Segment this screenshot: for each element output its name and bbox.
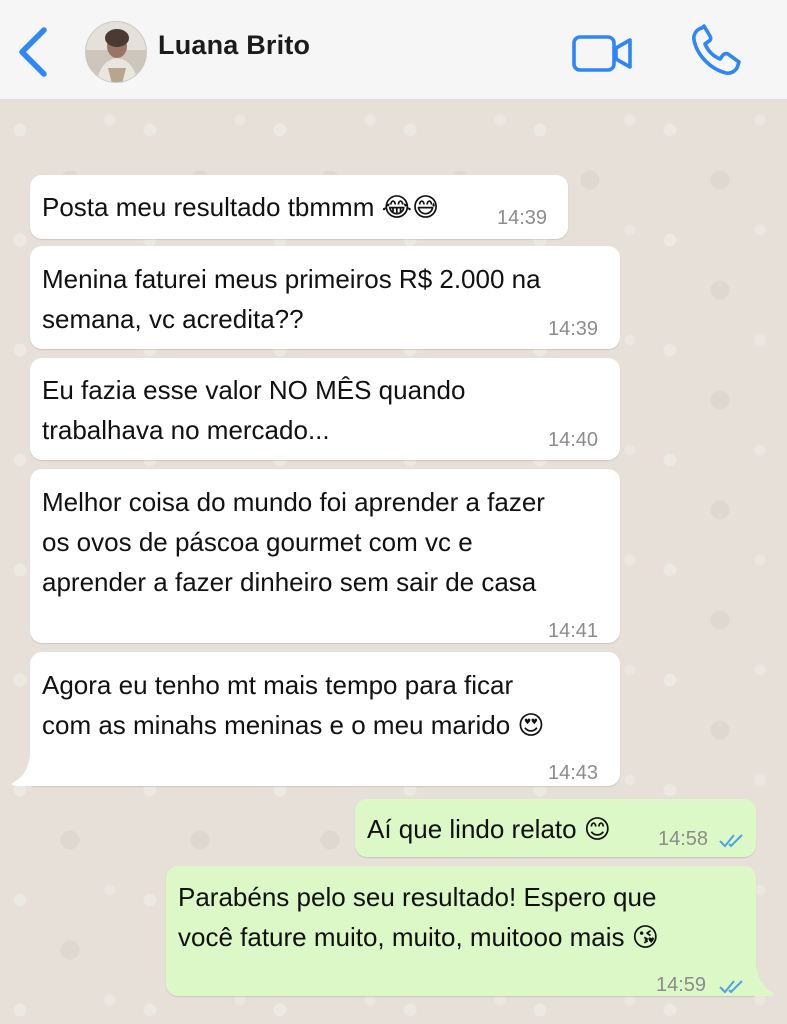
message-text: Eu fazia esse valor NO MÊS quando trabal…	[42, 370, 465, 450]
message-timestamp: 14:39	[548, 318, 599, 340]
message-line: Melhor coisa do mundo foi aprender a faz…	[42, 487, 545, 517]
avatar-photo	[86, 22, 146, 82]
message-line: Posta meu resultado tbmmm 😂😅	[42, 192, 440, 222]
message-line: com as minahs meninas e o meu marido 😍	[42, 710, 545, 740]
avatar[interactable]	[85, 21, 147, 83]
message-timestamp: 14:39	[497, 207, 548, 229]
message-bubble-incoming[interactable]: Eu fazia esse valor NO MÊS quando trabal…	[30, 358, 620, 460]
message-line: aprender a fazer dinheiro sem sair de ca…	[42, 567, 537, 597]
message-line: os ovos de páscoa gourmet com vc e	[42, 527, 473, 557]
message-bubble-incoming[interactable]: Menina faturei meus primeiros R$ 2.000 n…	[30, 246, 620, 349]
message-line: você fature muito, muito, muitooo mais 😘	[178, 922, 659, 952]
video-call-icon[interactable]	[570, 30, 634, 76]
message-bubble-outgoing[interactable]: Aí que lindo relato 😊 14:58	[355, 799, 756, 857]
chevron-left-icon[interactable]	[14, 24, 54, 80]
phone-call-icon[interactable]	[688, 22, 748, 78]
message-timestamp: 14:43	[548, 762, 599, 784]
message-line: Agora eu tenho mt mais tempo para ficar	[42, 670, 514, 700]
message-bubble-incoming[interactable]: Melhor coisa do mundo foi aprender a faz…	[30, 469, 620, 643]
bubble-tail-incoming	[11, 756, 34, 786]
message-text: Agora eu tenho mt mais tempo para ficar …	[42, 665, 545, 745]
read-receipt-icon	[719, 980, 743, 994]
read-receipt-icon	[719, 834, 743, 848]
message-line: Eu fazia esse valor NO MÊS quando	[42, 375, 466, 405]
chat-header: Luana Brito	[0, 0, 787, 100]
message-timestamp: 14:59	[656, 974, 707, 996]
message-line: Aí que lindo relato 😊	[367, 814, 611, 844]
message-text: Melhor coisa do mundo foi aprender a faz…	[42, 482, 545, 602]
message-text: Aí que lindo relato 😊	[367, 809, 611, 849]
message-timestamp: 14:40	[548, 429, 599, 451]
bubble-tail-outgoing	[752, 966, 775, 996]
message-bubble-outgoing[interactable]: Parabéns pelo seu resultado! Espero que …	[166, 866, 756, 996]
message-line: Parabéns pelo seu resultado! Espero que	[178, 882, 657, 912]
message-text: Posta meu resultado tbmmm 😂😅	[42, 187, 439, 227]
message-line: Menina faturei meus primeiros R$ 2.000 n…	[42, 264, 541, 294]
message-line: trabalhava no mercado...	[42, 415, 330, 445]
message-bubble-incoming[interactable]: Agora eu tenho mt mais tempo para ficar …	[30, 652, 620, 786]
message-bubble-incoming[interactable]: Posta meu resultado tbmmm 😂😅 14:39	[30, 175, 568, 239]
message-line: semana, vc acredita??	[42, 304, 304, 334]
message-timestamp: 14:41	[548, 620, 599, 642]
message-text: Parabéns pelo seu resultado! Espero que …	[178, 877, 659, 957]
contact-name[interactable]: Luana Brito	[158, 30, 310, 61]
message-text: Menina faturei meus primeiros R$ 2.000 n…	[42, 259, 541, 339]
message-timestamp: 14:58	[658, 828, 709, 850]
